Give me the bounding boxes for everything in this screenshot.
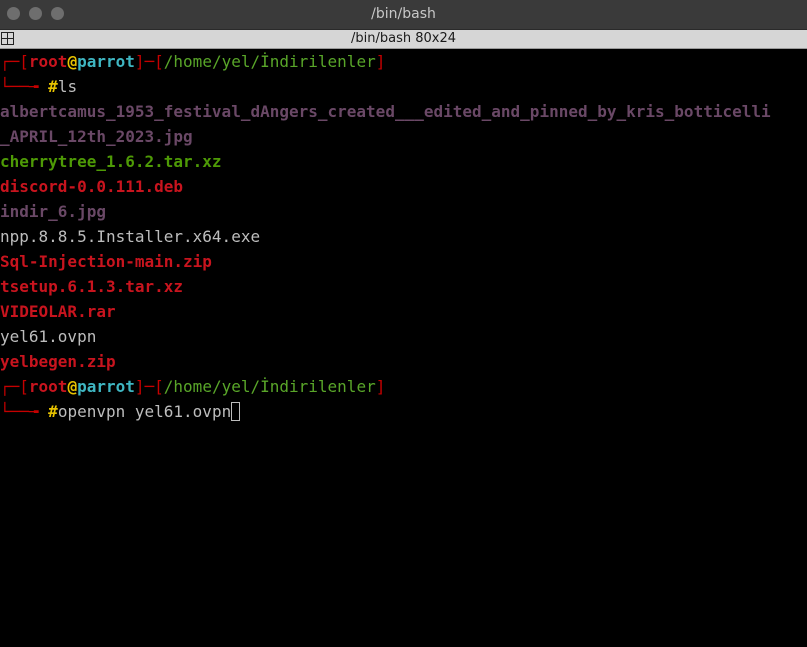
- prompt-host: parrot: [77, 377, 135, 396]
- file-entry: Sql-Injection-main.zip: [0, 252, 212, 271]
- terminal-output[interactable]: ┌─[root@parrot]─[/home/yel/İndirilenler]…: [0, 49, 807, 647]
- terminal-window: /bin/bash /bin/bash 80x24 ┌─[root@parrot…: [0, 0, 807, 647]
- tab-bar: /bin/bash 80x24: [0, 30, 807, 49]
- file-entry: npp.8.8.5.Installer.x64.exe: [0, 227, 261, 246]
- window-title: /bin/bash: [371, 6, 436, 22]
- prompt-at: @: [67, 377, 78, 396]
- prompt-user: root: [28, 52, 68, 71]
- title-bar[interactable]: /bin/bash: [0, 0, 807, 30]
- prompt-path: /home/yel/İndirilenler: [163, 52, 376, 71]
- prompt-close: ]: [375, 52, 386, 71]
- file-entry: VIDEOLAR.rar: [0, 302, 116, 321]
- file-entry: yelbegen.zip: [0, 352, 116, 371]
- prompt-frame-bottom: └──╼: [0, 402, 49, 421]
- command-input[interactable]: openvpn yel61.ovpn: [58, 402, 231, 421]
- prompt-separator: ]─[: [134, 52, 164, 71]
- file-entry: yel61.ovpn: [0, 327, 97, 346]
- prompt-user: root: [28, 377, 68, 396]
- file-entry: albertcamus_1953_festival_dAngers_create…: [0, 102, 771, 121]
- prompt-command-line: └──╼ #ls: [0, 74, 77, 99]
- prompt-header-line: ┌─[root@parrot]─[/home/yel/İndirilenler]: [0, 49, 385, 74]
- prompt-frame: ┌─[: [0, 52, 29, 71]
- prompt-path: /home/yel/İndirilenler: [163, 377, 376, 396]
- command-text: ls: [57, 77, 78, 96]
- prompt-separator: ]─[: [134, 377, 164, 396]
- file-entry: discord-0.0.111.deb: [0, 177, 184, 196]
- prompt-hash: #: [48, 402, 58, 421]
- prompt-frame: ┌─[: [0, 377, 29, 396]
- prompt-hash: #: [48, 77, 58, 96]
- prompt-command-line[interactable]: └──╼ #openvpn yel61.ovpn: [0, 399, 241, 424]
- file-entry: _APRIL_12th_2023.jpg: [0, 127, 193, 146]
- file-entry: cherrytree_1.6.2.tar.xz: [0, 152, 222, 171]
- prompt-at: @: [67, 52, 78, 71]
- file-entry: indir_6.jpg: [0, 202, 106, 221]
- file-entry: tsetup.6.1.3.tar.xz: [0, 277, 184, 296]
- prompt-host: parrot: [77, 52, 135, 71]
- text-cursor: [231, 402, 241, 421]
- prompt-header-line: ┌─[root@parrot]─[/home/yel/İndirilenler]: [0, 374, 385, 399]
- tab-title[interactable]: /bin/bash 80x24: [0, 30, 807, 48]
- prompt-close: ]: [375, 377, 386, 396]
- prompt-frame-bottom: └──╼: [0, 77, 49, 96]
